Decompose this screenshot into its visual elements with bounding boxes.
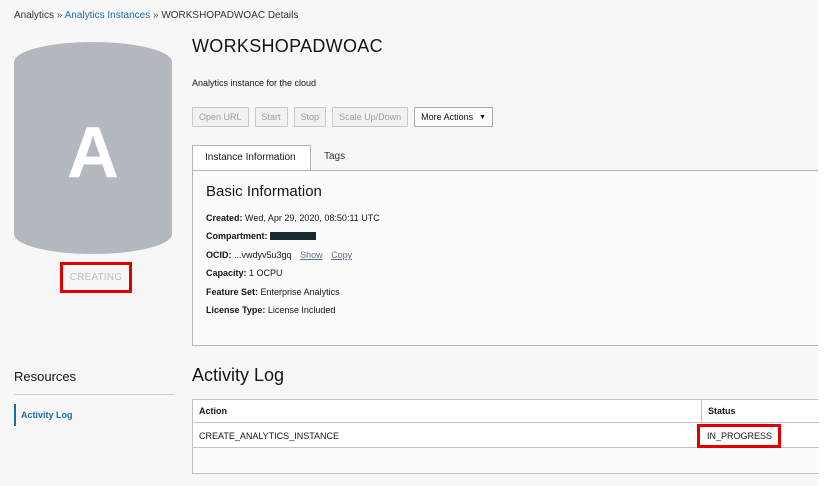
created-label: Created: — [206, 213, 243, 223]
breadcrumb-separator: » — [56, 10, 63, 21]
resources-title: Resources — [14, 369, 77, 384]
created-value: Wed, Apr 29, 2020, 08:50:11 UTC — [245, 213, 380, 223]
breadcrumb-current: WORKSHOPADWOAC Details — [161, 10, 299, 21]
action-toolbar: Open URL Start Stop Scale Up/Down More A… — [192, 107, 494, 127]
right-edge — [818, 0, 835, 486]
row-status-cell: IN_PROGRESS — [697, 424, 781, 448]
license-type-row: License Type: License Included — [206, 305, 335, 315]
column-divider — [701, 400, 702, 423]
ocid-label: OCID: — [206, 250, 232, 260]
tab-instance-information[interactable]: Instance Information — [192, 145, 311, 171]
license-type-label: License Type: — [206, 305, 266, 315]
ocid-copy-link[interactable]: Copy — [331, 250, 352, 260]
page-title: WORKSHOPADWOAC — [192, 36, 383, 56]
open-url-button[interactable]: Open URL — [192, 107, 249, 127]
resources-divider — [14, 394, 174, 395]
instance-icon: A — [14, 42, 172, 254]
instance-state-label: CREATING — [60, 262, 132, 293]
capacity-label: Capacity: — [206, 268, 247, 278]
basic-information-heading: Basic Information — [206, 183, 322, 200]
breadcrumb-analytics[interactable]: Analytics — [14, 10, 54, 21]
activity-log-title: Activity Log — [192, 365, 285, 385]
scale-button[interactable]: Scale Up/Down — [332, 107, 409, 127]
stop-button[interactable]: Stop — [293, 107, 327, 127]
caret-down-icon: ▼ — [479, 114, 487, 121]
ocid-value: ...vwdyv5u3gq — [234, 250, 292, 260]
activity-log-table: Action Status CREATE_ANALYTICS_INSTANCE … — [192, 399, 819, 474]
feature-set-row: Feature Set: Enterprise Analytics — [206, 287, 340, 297]
license-type-value: License Included — [267, 305, 336, 315]
column-header-action[interactable]: Action — [199, 406, 227, 416]
more-actions-button[interactable]: More Actions ▼ — [414, 107, 494, 127]
row-action-cell: CREATE_ANALYTICS_INSTANCE — [199, 431, 340, 441]
feature-set-value: Enterprise Analytics — [260, 287, 340, 297]
instance-description: Analytics instance for the cloud — [192, 78, 317, 88]
breadcrumb-separator: » — [152, 10, 159, 21]
feature-set-label: Feature Set: — [206, 287, 259, 297]
created-row: Created: Wed, Apr 29, 2020, 08:50:11 UTC — [206, 213, 380, 223]
ocid-row: OCID: ...vwdyv5u3gq Show Copy — [206, 250, 352, 260]
capacity-row: Capacity: 1 OCPU — [206, 268, 283, 278]
start-button[interactable]: Start — [254, 107, 288, 127]
compartment-label: Compartment: — [206, 231, 268, 241]
compartment-row: Compartment: — [206, 231, 317, 241]
instance-icon-letter: A — [67, 113, 119, 193]
more-actions-label: More Actions — [421, 112, 474, 122]
compartment-redacted-value — [270, 232, 317, 240]
ocid-show-link[interactable]: Show — [300, 250, 323, 260]
table-header: Action Status — [193, 400, 819, 423]
instance-information-panel: Basic Information Created: Wed, Apr 29, … — [192, 170, 818, 346]
capacity-value: 1 OCPU — [249, 268, 283, 278]
resources-item-activity-log[interactable]: Activity Log — [14, 404, 73, 426]
table-row: CREATE_ANALYTICS_INSTANCE IN_PROGRESS — [193, 424, 819, 448]
column-header-status[interactable]: Status — [708, 406, 736, 416]
breadcrumb-analytics-instances[interactable]: Analytics Instances — [65, 10, 151, 21]
breadcrumb: Analytics » Analytics Instances » WORKSH… — [14, 10, 298, 21]
tab-tags[interactable]: Tags — [312, 145, 357, 171]
